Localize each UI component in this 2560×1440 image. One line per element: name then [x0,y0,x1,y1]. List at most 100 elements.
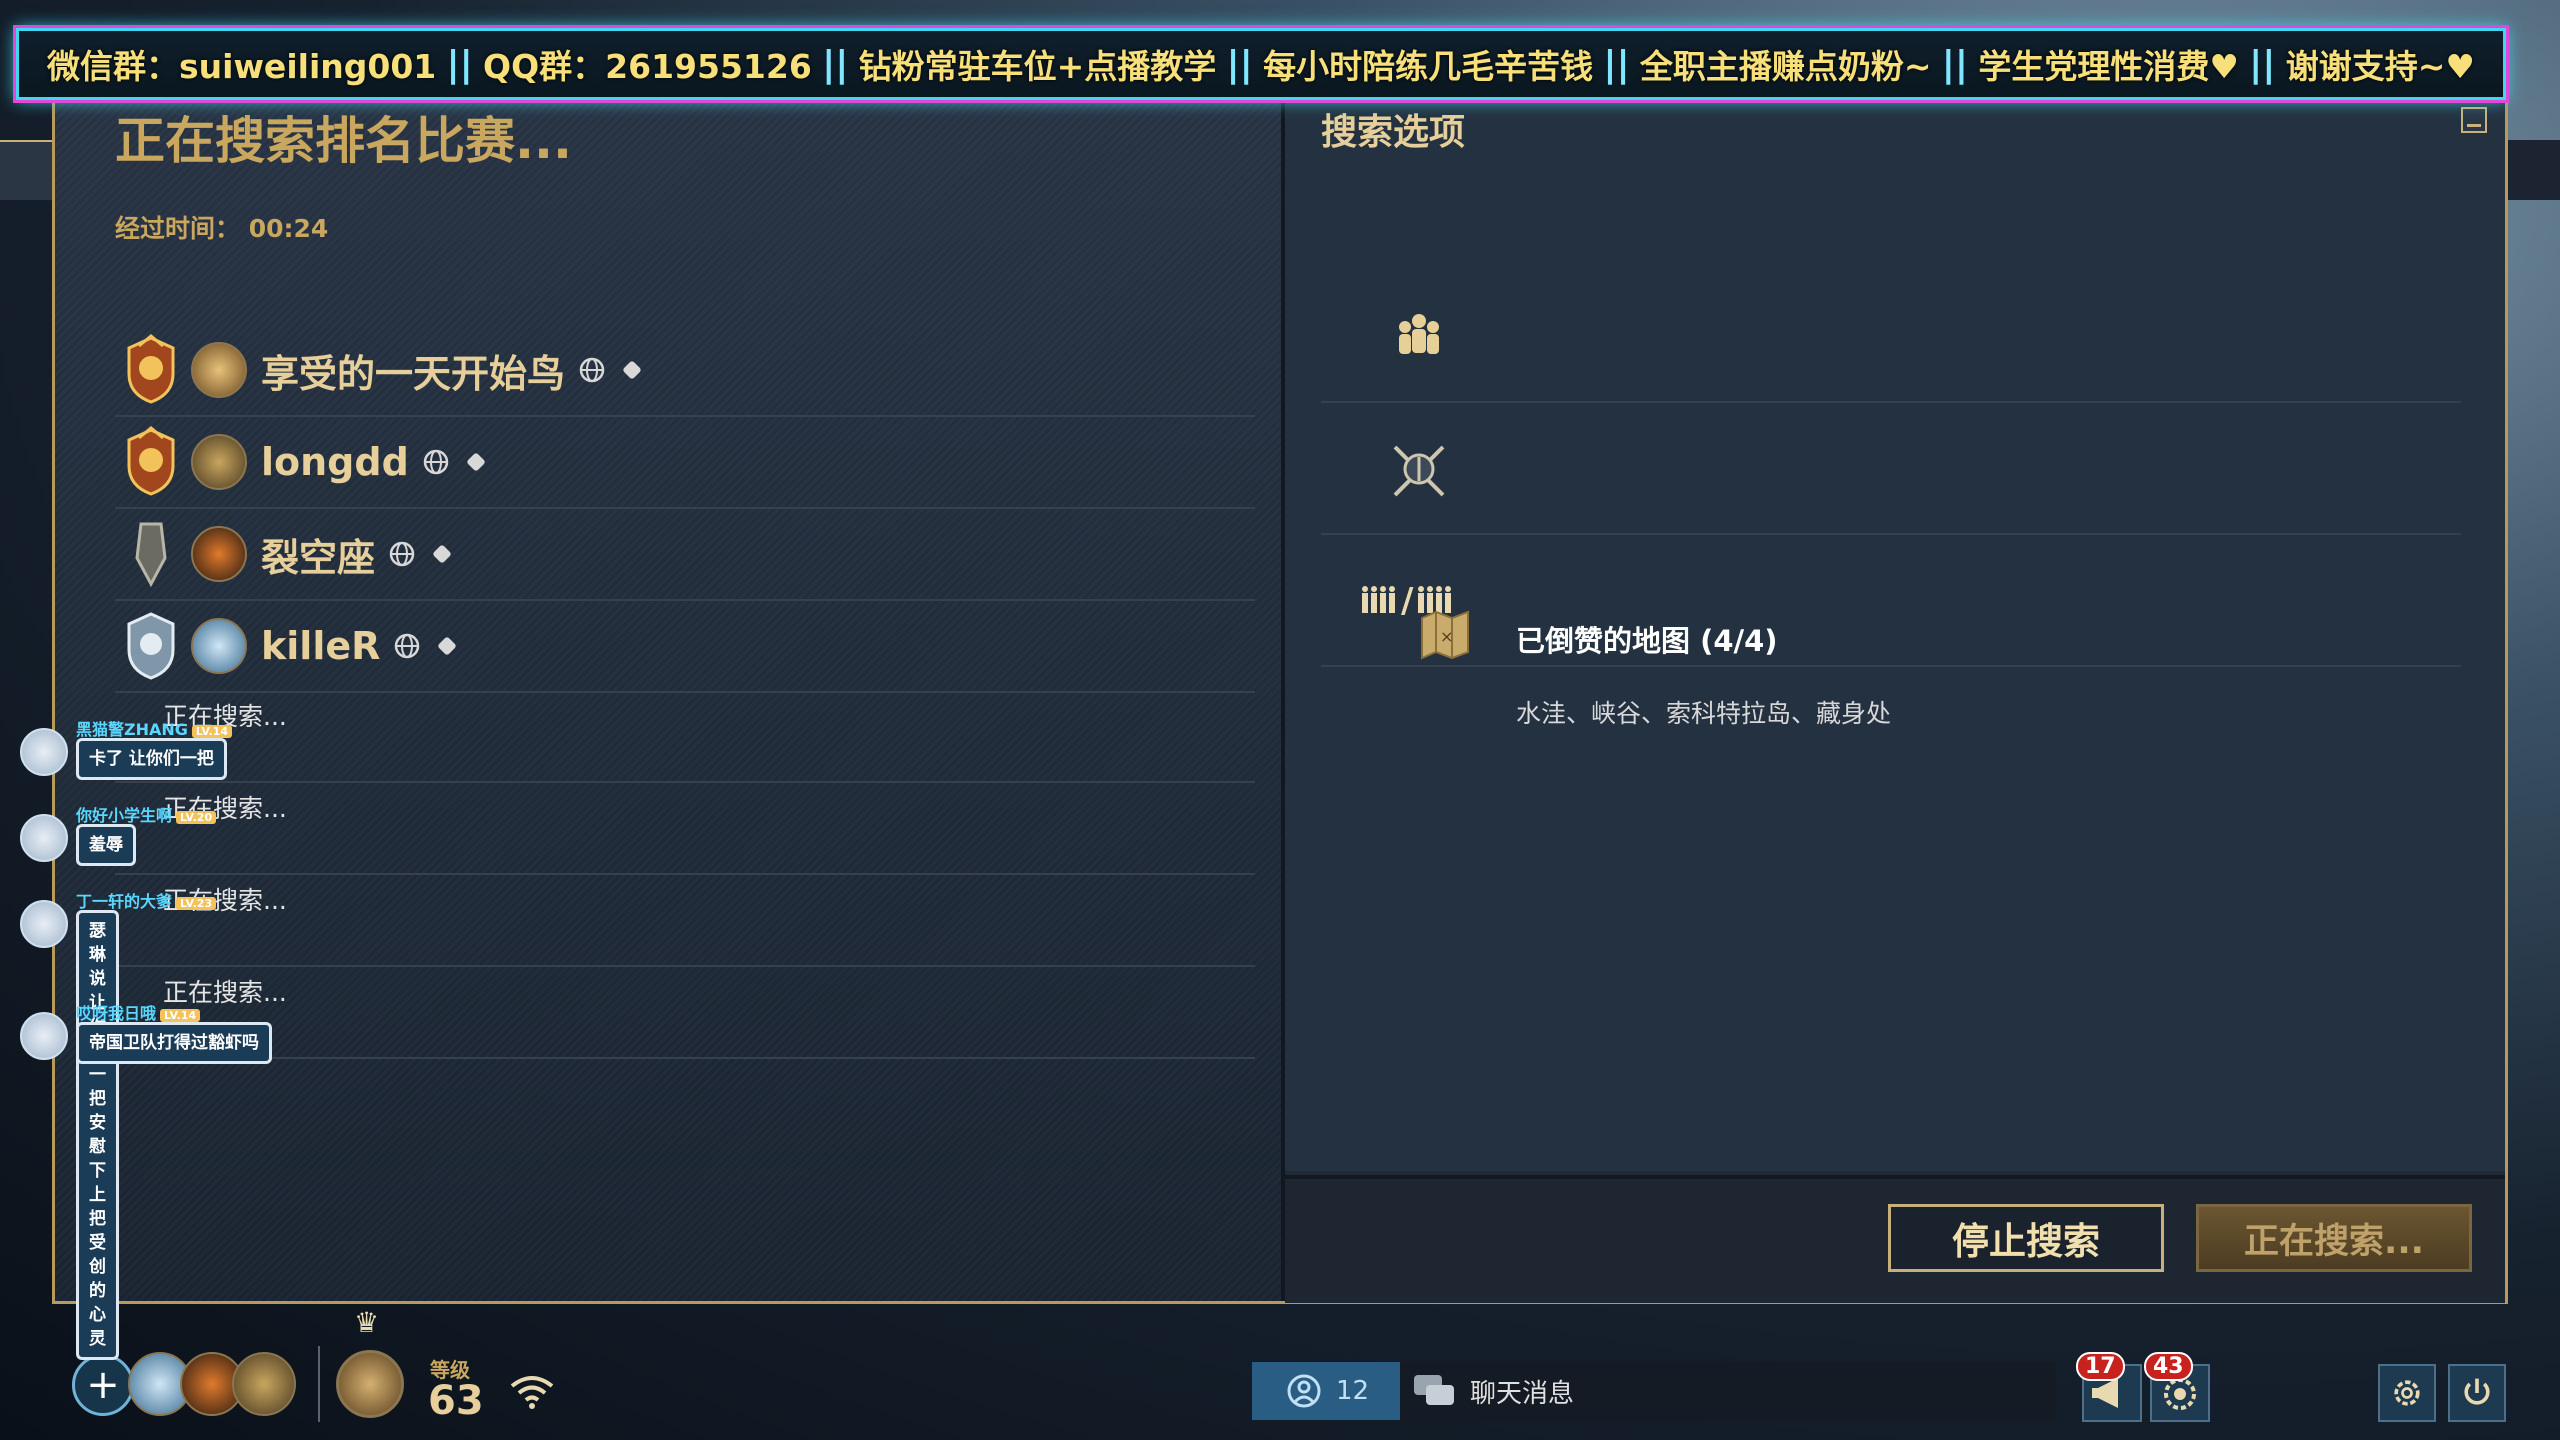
banner-item: 微信群：suiweiling001 [47,47,437,86]
globe-icon [395,633,420,659]
chat-bubble: 瑟琳说 让你们一把 安慰下 上把受创的心灵 [76,910,119,1360]
svg-text:×: × [1440,627,1453,646]
chat-messages-bar[interactable]: 聊天消息 [1400,1362,2056,1420]
avatar [191,434,247,490]
wifi-icon [510,1376,554,1409]
chat-username: 黑猫警ZHANG LV.14 [76,716,232,740]
option-row-ratio: / [1321,535,2461,667]
crown-icon: ♛ [354,1306,380,1339]
chat-messages-label: 聊天消息 [1470,1378,1575,1409]
friends-button[interactable]: 12 [1252,1362,1400,1420]
chat-bubble: 帝国卫队打得过豁虾吗 [76,1022,272,1064]
chat-username: 丁一轩的大爹 LV.23 [76,888,217,912]
option-row-mode [1321,403,2461,535]
searching-button[interactable]: 正在搜索... [2196,1204,2472,1272]
chat-username-text: 你好小学生啊 [76,806,173,825]
chat-avatar [20,814,68,862]
banner-separator: || [822,43,849,85]
maps-title: 已倒赞的地图 (4/4) [1516,624,1778,658]
player-name: 享受的一天开始鸟 [261,351,566,396]
banner-separator: || [1941,43,1969,85]
avatar [191,342,247,398]
chat-username: 你好小学生啊 LV.20 [76,802,217,826]
avatar [191,526,247,582]
cpu-chip-icon [433,545,451,563]
options-title: 搜索选项 [1321,112,1466,153]
cpu-chip-icon [438,637,457,655]
chat-level: LV.14 [160,1009,201,1022]
banner-item: 全职主播赚点奶粉~ [1639,47,1932,86]
player-name: killeR [261,624,381,668]
maps-list: 水洼、峡谷、索科特拉岛、藏身处 [1516,699,1892,728]
level-value: 63 [428,1378,484,1424]
empty-slot: 正在搜索... [115,969,1255,1059]
notification-count: 17 [2076,1352,2125,1381]
party-member-avatar[interactable] [232,1352,296,1416]
empty-slot: 正在搜索... [115,693,1255,783]
invite-button[interactable]: + [72,1354,134,1416]
notification-count: 43 [2144,1352,2193,1381]
notifications-button[interactable]: 17 [2076,1352,2142,1422]
background-edge [0,140,52,200]
banner-item: 谢谢支持~♥ [2285,47,2475,86]
chat-level: LV.23 [176,897,217,910]
chat-level: LV.20 [176,811,217,824]
empty-slot: 正在搜索... [115,877,1255,967]
chat-username-text: 黑猫警ZHANG [76,720,188,739]
globe-icon [579,357,605,383]
chat-username: 哎呀我日哦 LV.14 [76,1000,201,1024]
page-title: 正在搜索排名比赛... [115,112,572,170]
player-row[interactable]: longdd [115,417,1255,509]
stream-banner: 微信群：suiweiling001 || QQ群：261955126 || 钻粉… [16,28,2506,100]
player-row[interactable]: 裂空座 [115,509,1255,601]
rank-badge-icon [127,426,175,496]
option-row-party [1321,271,2461,403]
settings-button[interactable] [2378,1364,2436,1422]
cpu-chip-icon [623,361,641,379]
minimize-button[interactable] [2461,107,2487,133]
chat-bubble: 羞辱 [76,824,136,866]
chat-avatar [20,728,68,776]
chat-avatar [20,900,68,948]
avatar [191,618,247,674]
chat-level: LV.14 [191,725,232,738]
crossed-swords-icon [1393,445,1445,497]
gear-icon [2394,1380,2420,1406]
power-button[interactable] [2448,1364,2506,1422]
elapsed-value: 00:24 [248,214,329,243]
chat-username-text: 丁一轩的大爹 [76,892,173,911]
banner-item: 钻粉常驻车位+点播教学 [858,47,1217,86]
player-row[interactable]: killeR [115,601,1255,693]
chat-avatar [20,1012,68,1060]
divider [318,1346,320,1422]
cpu-chip-icon [467,453,485,471]
banner-separator: || [2249,43,2276,85]
stop-search-button[interactable]: 停止搜索 [1888,1204,2164,1272]
party-size-icon [1399,314,1439,354]
chat-bubble: 卡了 让你们一把 [76,738,227,780]
banner-separator: || [1226,43,1253,85]
banner-item: 每小时陪练几毛辛苦钱 [1263,47,1594,86]
friends-icon [1287,1374,1321,1408]
globe-icon [389,541,415,567]
elapsed-label: 经过时间： [115,214,241,243]
rewards-button[interactable]: 43 [2144,1352,2210,1422]
player-name: 裂空座 [261,535,376,580]
ratio-separator: / [1401,581,1415,621]
elapsed-time: 经过时间： 00:24 [115,209,328,245]
banner-separator: || [1603,43,1630,85]
my-avatar[interactable] [336,1350,404,1418]
banner-item: QQ群：261955126 [483,47,812,86]
power-icon [2464,1378,2490,1405]
map-icon: × [1421,610,1469,660]
friends-count: 12 [1336,1376,1370,1406]
background-strip [2504,140,2560,200]
party-panel: 正在搜索排名比赛... 经过时间： 00:24 享受的一天开始鸟 longdd … [55,85,1281,1301]
empty-slot: 正在搜索... [115,785,1255,875]
rank-badge-icon [127,612,175,680]
banner-separator: || [446,43,473,85]
globe-icon [423,449,449,475]
player-row[interactable]: 享受的一天开始鸟 [115,325,1255,417]
matchmaking-window: 正在搜索排名比赛... 经过时间： 00:24 享受的一天开始鸟 longdd … [52,82,2508,1304]
team-icon [1362,586,1395,613]
